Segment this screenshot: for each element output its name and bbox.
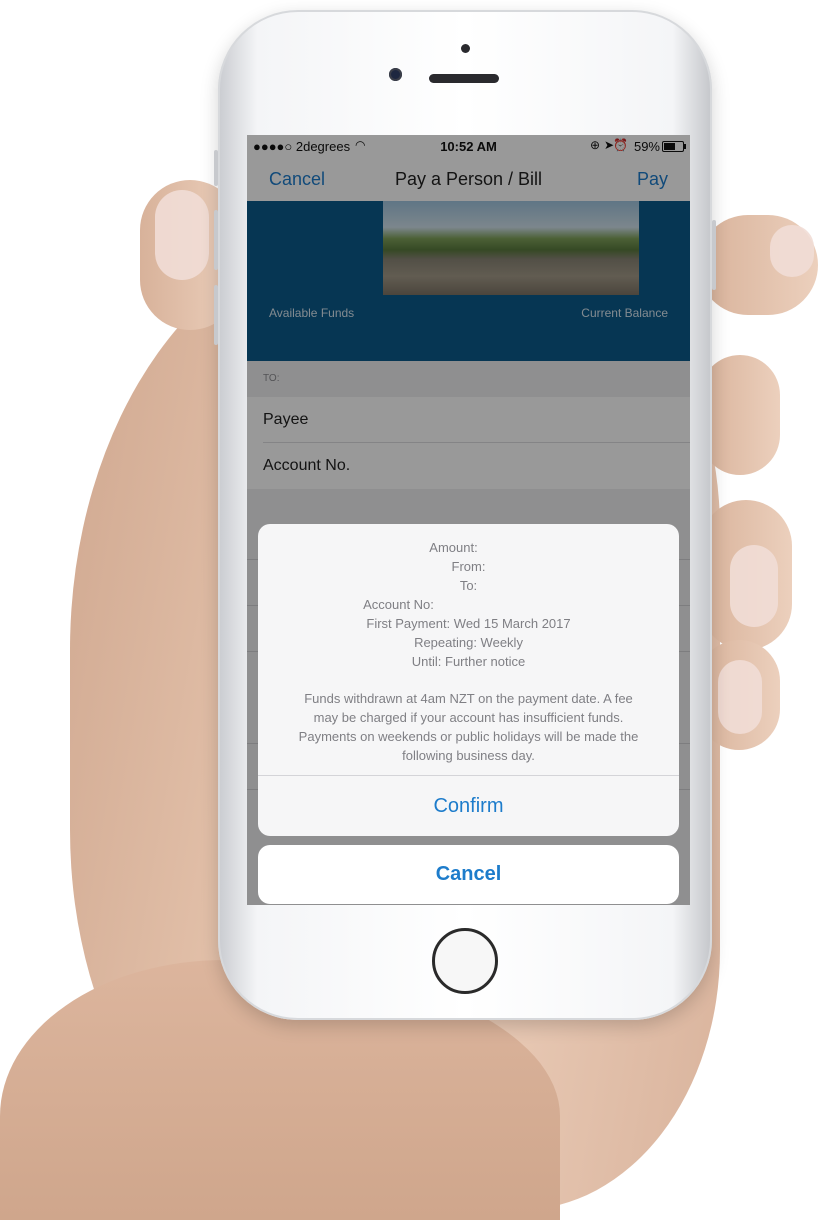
finger-middle (700, 355, 780, 475)
sheet-notice-line: Payments on weekends or public holidays … (298, 729, 639, 744)
volume-down-button (214, 285, 218, 345)
finger-nail (718, 660, 762, 734)
confirmation-sheet: Amount: From: To: Account No: First Paym… (258, 524, 679, 836)
front-camera (389, 68, 402, 81)
finger-nail (730, 545, 778, 627)
power-button (712, 220, 716, 290)
sheet-notice-line: Funds withdrawn at 4am NZT on the paymen… (304, 691, 633, 706)
sheet-notice-line: may be charged if your account has insuf… (313, 710, 624, 725)
home-button[interactable] (432, 928, 498, 994)
phone: ●●●●○ 2degrees ◠ 10:52 AM ⊕ ➤ ⏰ 59% Canc… (214, 10, 716, 1020)
screen: ●●●●○ 2degrees ◠ 10:52 AM ⊕ ➤ ⏰ 59% Canc… (247, 135, 690, 905)
sheet-repeating: Repeating: Weekly (414, 635, 523, 650)
finger-nail (770, 225, 814, 277)
sheet-amount: Amount: (429, 540, 478, 555)
sheet-first-payment: First Payment: Wed 15 March 2017 (366, 616, 571, 631)
proximity-sensor (461, 44, 470, 53)
cancel-button[interactable]: Cancel (258, 845, 679, 904)
earpiece-speaker (429, 74, 499, 83)
sheet-notice-line: following business day. (402, 748, 535, 763)
confirm-button[interactable]: Confirm (258, 776, 679, 836)
thumb-nail (155, 190, 209, 280)
mute-switch (214, 150, 218, 186)
sheet-until: Until: Further notice (411, 654, 526, 669)
sheet-to: To: (459, 578, 478, 593)
sheet-account-no: Account No: (363, 597, 434, 612)
volume-up-button (214, 210, 218, 270)
sheet-from: From: (451, 559, 486, 574)
